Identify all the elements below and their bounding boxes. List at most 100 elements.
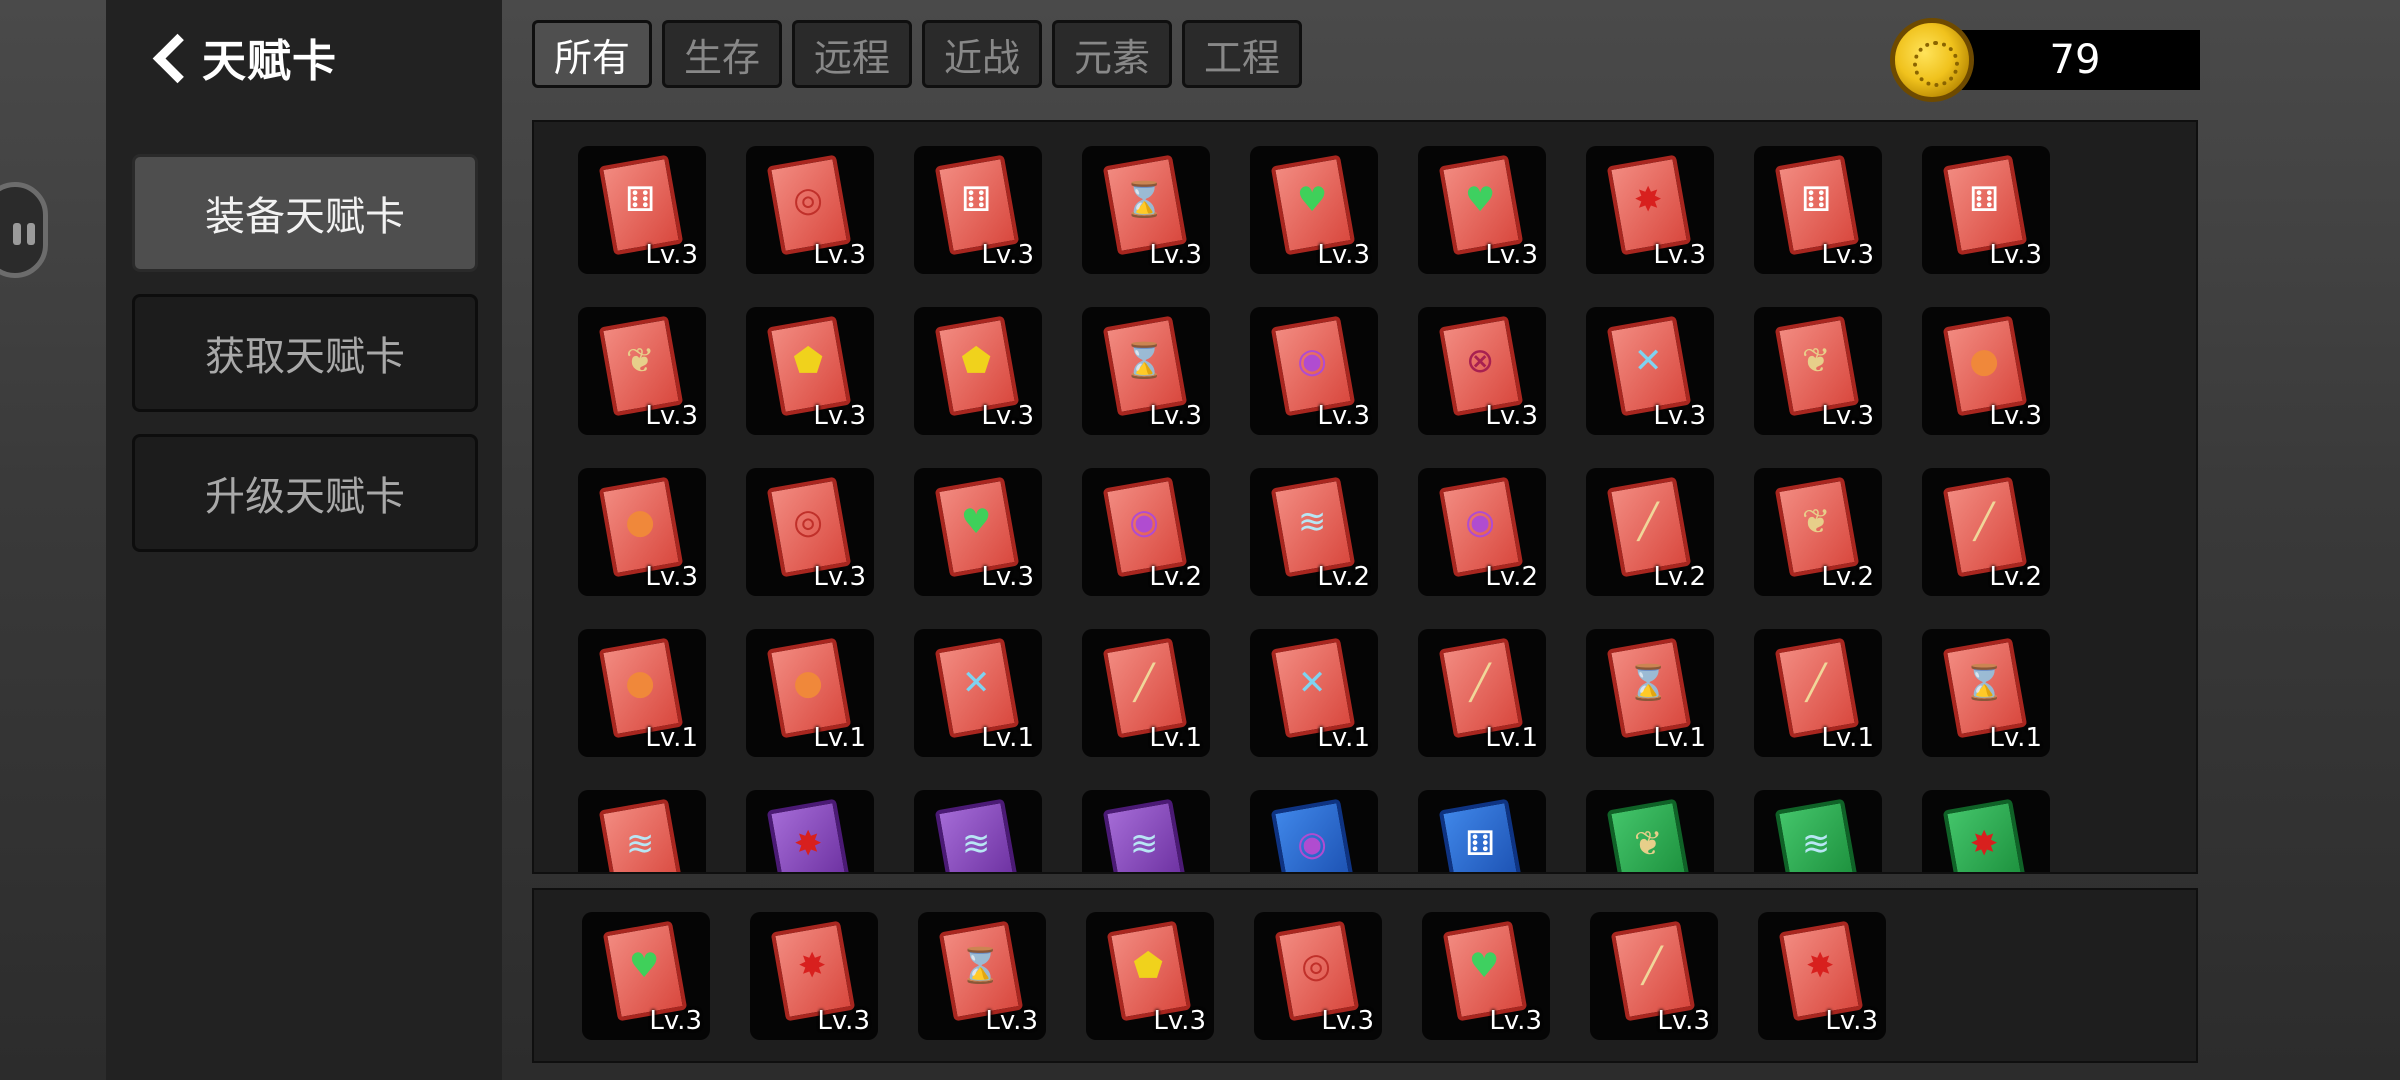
inventory-card-slot[interactable]: ╱ Lv.1 — [1418, 629, 1546, 757]
inventory-card-slot[interactable]: ♥ Lv.3 — [914, 468, 1042, 596]
inventory-card-slot[interactable]: ≋ — [914, 790, 1042, 872]
inventory-card-slot[interactable]: ◉ Lv.2 — [1082, 468, 1210, 596]
equipped-card-slot[interactable]: ♥ Lv.3 — [1422, 912, 1550, 1040]
sword-icon: ╱ — [1133, 663, 1155, 704]
tab-survival[interactable]: 生存 — [662, 20, 782, 88]
equip-cards-button[interactable]: 装备天赋卡 — [132, 154, 478, 272]
card-level-label: Lv.3 — [1653, 240, 1706, 270]
tab-ranged[interactable]: 远程 — [792, 20, 912, 88]
hourglass-icon: ⌛ — [1122, 341, 1166, 382]
card-level-label: Lv.3 — [1149, 240, 1202, 270]
page-title: 天赋卡 — [202, 36, 337, 87]
side-handle-button[interactable] — [0, 182, 48, 278]
inventory-card-slot[interactable]: ✸ Lv.3 — [1586, 146, 1714, 274]
inventory-card-slot[interactable]: ◎ Lv.3 — [746, 468, 874, 596]
equipped-card-slot[interactable]: ✸ Lv.3 — [1758, 912, 1886, 1040]
inventory-card-slot[interactable]: ❦ Lv.3 — [1754, 307, 1882, 435]
inventory-card-slot[interactable]: ✸ — [1922, 790, 2050, 872]
card-level-label: Lv.3 — [1657, 1006, 1710, 1036]
inventory-card-slot[interactable]: ⬟ Lv.3 — [746, 307, 874, 435]
inventory-card-slot[interactable]: ≋ — [1754, 790, 1882, 872]
equipped-card-slot[interactable]: ♥ Lv.3 — [582, 912, 710, 1040]
crossed-swords-icon: ✕ — [961, 663, 991, 704]
card-level-label: Lv.2 — [1149, 562, 1202, 592]
coin-amount: 79 — [1950, 30, 2200, 90]
inventory-card-slot[interactable]: ● Lv.1 — [746, 629, 874, 757]
hourglass-icon: ⌛ — [1626, 663, 1670, 704]
flame-icon: ● — [625, 502, 655, 543]
inventory-card-slot[interactable]: ⚅ Lv.3 — [578, 146, 706, 274]
inventory-card-slot[interactable]: ◉ Lv.2 — [1418, 468, 1546, 596]
inventory-card-slot[interactable]: ● Lv.1 — [578, 629, 706, 757]
equipped-card-slot[interactable]: ◎ Lv.3 — [1254, 912, 1382, 1040]
inventory-card-slot[interactable]: ✸ — [746, 790, 874, 872]
inventory-card-slot[interactable]: ❦ — [1586, 790, 1714, 872]
equipped-card-slot[interactable]: ⌛ Lv.3 — [918, 912, 1046, 1040]
flame-icon: ● — [793, 663, 823, 704]
dash-icon: ≋ — [625, 824, 655, 865]
upgrade-cards-button[interactable]: 升级天赋卡 — [132, 434, 478, 552]
inventory-card-slot[interactable]: ❦ Lv.3 — [578, 307, 706, 435]
inventory-card-slot[interactable]: ● Lv.3 — [1922, 307, 2050, 435]
feather-icon: ❦ — [1801, 341, 1831, 382]
card-inventory-grid[interactable]: ⚅ Lv.3 ◎ Lv.3 ⚅ Lv.3 ⌛ Lv.3 ♥ Lv.3 ♥ Lv.3 ✸ Lv.3 ⚅ Lv.3… — [532, 120, 2198, 874]
feather-icon: ❦ — [625, 341, 655, 382]
tab-all[interactable]: 所有 — [532, 20, 652, 88]
get-cards-button[interactable]: 获取天赋卡 — [132, 294, 478, 412]
inventory-card-slot[interactable]: ╱ Lv.2 — [1922, 468, 2050, 596]
inventory-card-slot[interactable]: ⌛ Lv.3 — [1082, 146, 1210, 274]
tab-element[interactable]: 元素 — [1052, 20, 1172, 88]
inventory-card-slot[interactable]: ⚅ — [1418, 790, 1546, 872]
talent-card: ≋ — [934, 798, 1020, 872]
inventory-card-slot[interactable]: ⚅ Lv.3 — [1922, 146, 2050, 274]
inventory-card-slot[interactable]: ⬟ Lv.3 — [914, 307, 1042, 435]
inventory-card-slot[interactable]: ⚅ Lv.3 — [1754, 146, 1882, 274]
page-header: 天赋卡 — [148, 22, 337, 92]
dice-icon: ⚅ — [1801, 180, 1831, 221]
inventory-card-slot[interactable]: ⚅ Lv.3 — [914, 146, 1042, 274]
dash-icon: ≋ — [1801, 824, 1831, 865]
card-level-label: Lv.3 — [981, 562, 1034, 592]
card-level-label: Lv.3 — [1653, 401, 1706, 431]
inventory-card-slot[interactable]: ◉ Lv.3 — [1250, 307, 1378, 435]
sword-icon: ╱ — [1973, 502, 1995, 543]
signal-icon: ◉ — [1297, 824, 1327, 865]
card-level-label: Lv.1 — [1149, 723, 1202, 753]
inventory-card-slot[interactable]: ♥ Lv.3 — [1418, 146, 1546, 274]
sidebar: 天赋卡 装备天赋卡 获取天赋卡 升级天赋卡 — [106, 0, 502, 1080]
inventory-card-slot[interactable]: ≋ — [1082, 790, 1210, 872]
inventory-card-slot[interactable]: ♥ Lv.3 — [1250, 146, 1378, 274]
card-level-label: Lv.3 — [1485, 401, 1538, 431]
tab-melee[interactable]: 近战 — [922, 20, 1042, 88]
equipped-cards-bar: ♥ Lv.3 ✸ Lv.3 ⌛ Lv.3 ⬟ Lv.3 ◎ Lv.3 ♥ Lv.3 ╱ Lv.3 ✸ Lv.3 — [532, 888, 2198, 1063]
inventory-card-slot[interactable]: ◎ Lv.3 — [746, 146, 874, 274]
heart-icon: ♥ — [1464, 180, 1496, 221]
inventory-card-slot[interactable]: ⌛ Lv.3 — [1082, 307, 1210, 435]
card-level-label: Lv.3 — [1321, 1006, 1374, 1036]
inventory-card-slot[interactable]: ≋ — [578, 790, 706, 872]
inventory-card-slot[interactable]: ● Lv.3 — [578, 468, 706, 596]
equipped-card-slot[interactable]: ✸ Lv.3 — [750, 912, 878, 1040]
inventory-card-slot[interactable]: ⌛ Lv.1 — [1922, 629, 2050, 757]
tab-engineering[interactable]: 工程 — [1182, 20, 1302, 88]
back-arrow-icon[interactable] — [148, 29, 188, 85]
heart-plus-icon: ♥ — [628, 946, 660, 987]
inventory-card-slot[interactable]: ✕ Lv.1 — [914, 629, 1042, 757]
inventory-card-slot[interactable]: ╱ Lv.1 — [1754, 629, 1882, 757]
card-level-label: Lv.2 — [1821, 562, 1874, 592]
inventory-card-slot[interactable]: ✕ Lv.1 — [1250, 629, 1378, 757]
inventory-card-slot[interactable]: ╱ Lv.1 — [1082, 629, 1210, 757]
starburst-icon: ✸ — [1969, 824, 1999, 865]
signal-icon: ◉ — [1297, 341, 1327, 382]
equipped-card-slot[interactable]: ⬟ Lv.3 — [1086, 912, 1214, 1040]
inventory-card-slot[interactable]: ≋ Lv.2 — [1250, 468, 1378, 596]
card-level-label: Lv.3 — [985, 1006, 1038, 1036]
inventory-card-slot[interactable]: ⌛ Lv.1 — [1586, 629, 1714, 757]
dice-icon: ⚅ — [1969, 180, 1999, 221]
equipped-card-slot[interactable]: ╱ Lv.3 — [1590, 912, 1718, 1040]
inventory-card-slot[interactable]: ⊗ Lv.3 — [1418, 307, 1546, 435]
inventory-card-slot[interactable]: ╱ Lv.2 — [1586, 468, 1714, 596]
inventory-card-slot[interactable]: ◉ — [1250, 790, 1378, 872]
inventory-card-slot[interactable]: ❦ Lv.2 — [1754, 468, 1882, 596]
inventory-card-slot[interactable]: ✕ Lv.3 — [1586, 307, 1714, 435]
